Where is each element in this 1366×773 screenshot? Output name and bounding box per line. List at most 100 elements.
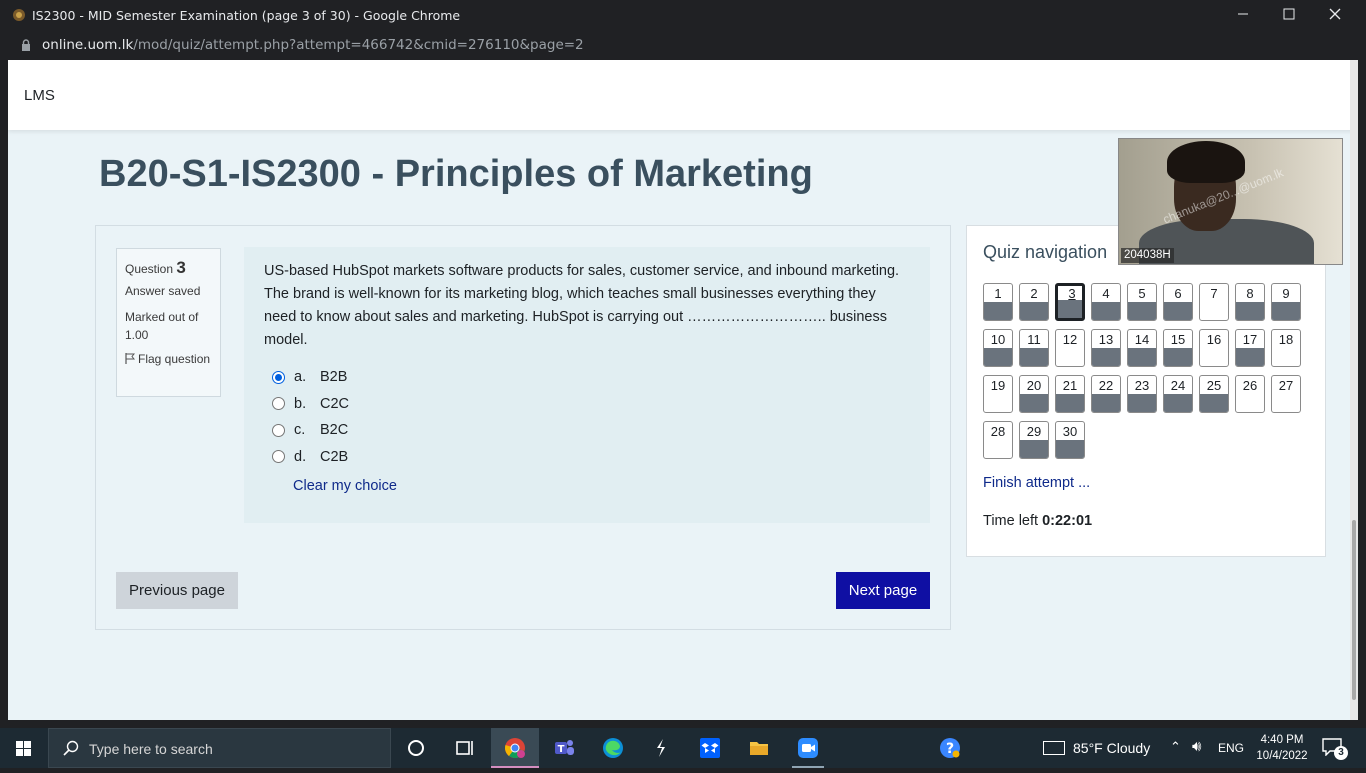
quiz-nav-number: 14 (1134, 332, 1150, 347)
quiz-nav-button-25[interactable]: 25 (1199, 375, 1229, 413)
quiz-nav-button-9[interactable]: 9 (1271, 283, 1301, 321)
answered-indicator (1020, 440, 1048, 458)
quiz-nav-button-29[interactable]: 29 (1019, 421, 1049, 459)
taskbar-help[interactable]: ? (926, 728, 974, 768)
radio-d[interactable] (272, 450, 285, 464)
answered-indicator (1164, 348, 1192, 366)
maximize-button[interactable] (1266, 0, 1312, 31)
cortana-button[interactable] (392, 728, 440, 768)
quiz-nav-button-5[interactable]: 5 (1127, 283, 1157, 321)
quiz-nav-button-14[interactable]: 14 (1127, 329, 1157, 367)
clear-choice-link[interactable]: Clear my choice (293, 478, 910, 494)
time-left-label: Time left (983, 513, 1039, 529)
previous-page-button[interactable]: Previous page (116, 572, 238, 609)
finish-attempt-link[interactable]: Finish attempt ... (983, 475, 1090, 491)
quiz-nav-number: 9 (1282, 286, 1290, 301)
quiz-nav-number: 28 (990, 424, 1006, 439)
quiz-nav-button-17[interactable]: 17 (1235, 329, 1265, 367)
answered-indicator (1128, 348, 1156, 366)
search-icon (63, 740, 79, 756)
answered-indicator (984, 302, 1012, 320)
quiz-nav-number: 12 (1062, 332, 1078, 347)
weather-icon (1043, 741, 1065, 755)
quiz-nav-button-2[interactable]: 2 (1019, 283, 1049, 321)
quiz-nav-number: 1 (994, 286, 1002, 301)
taskbar-chrome[interactable] (491, 728, 539, 768)
quiz-nav-button-16[interactable]: 16 (1199, 329, 1229, 367)
answered-indicator (1236, 348, 1264, 366)
quiz-nav-button-28[interactable]: 28 (983, 421, 1013, 459)
radio-c[interactable] (272, 423, 285, 437)
quiz-nav-button-11[interactable]: 11 (1019, 329, 1049, 367)
quiz-nav-button-15[interactable]: 15 (1163, 329, 1193, 367)
quiz-nav-button-26[interactable]: 26 (1235, 375, 1265, 413)
quiz-nav-button-20[interactable]: 20 (1019, 375, 1049, 413)
taskbar-dropbox[interactable] (686, 728, 734, 768)
quiz-navigation-title: Quiz navigation (983, 242, 1108, 262)
show-hidden-icons-button[interactable]: ⌃ (1170, 739, 1181, 755)
weather-widget[interactable]: 85°F Cloudy (1043, 740, 1150, 756)
answer-text: C2B (320, 448, 349, 465)
address-bar[interactable]: online.uom.lk/mod/quiz/attempt.php?attem… (0, 31, 1366, 60)
quiz-nav-button-19[interactable]: 19 (983, 375, 1013, 413)
radio-b[interactable] (272, 397, 285, 411)
quiz-nav-button-22[interactable]: 22 (1091, 375, 1121, 413)
action-center-button[interactable]: 3 (1322, 738, 1348, 760)
flag-question-button[interactable]: Flag question (125, 350, 212, 368)
quiz-nav-number: 18 (1278, 332, 1294, 347)
answer-option-c[interactable]: c. B2C (264, 417, 910, 444)
webcam-person-hair (1167, 141, 1245, 183)
answer-option-d[interactable]: d. C2B (264, 444, 910, 471)
taskbar-search-box[interactable]: Type here to search (48, 728, 391, 768)
quiz-nav-button-1[interactable]: 1 (983, 283, 1013, 321)
minimize-button[interactable] (1220, 0, 1266, 31)
next-page-button[interactable]: Next page (836, 572, 930, 609)
input-language[interactable]: ENG (1218, 741, 1244, 755)
answer-text: B2B (320, 369, 348, 386)
question-info: Question 3 Answer saved Marked out of 1.… (116, 248, 221, 397)
start-button[interactable] (0, 728, 48, 768)
quiz-nav-number: 7 (1210, 286, 1218, 301)
answered-indicator (1128, 302, 1156, 320)
quiz-nav-button-23[interactable]: 23 (1127, 375, 1157, 413)
quiz-nav-button-3[interactable]: 3 (1055, 283, 1085, 321)
quiz-nav-button-12[interactable]: 12 (1055, 329, 1085, 367)
flag-icon (125, 353, 135, 364)
url-text[interactable]: online.uom.lk/mod/quiz/attempt.php?attem… (42, 37, 584, 53)
taskbar-zoom[interactable] (784, 728, 832, 768)
scrollbar-thumb[interactable] (1352, 520, 1356, 700)
quiz-nav-button-8[interactable]: 8 (1235, 283, 1265, 321)
answer-option-a[interactable]: a. B2B (264, 364, 910, 391)
quiz-nav-button-21[interactable]: 21 (1055, 375, 1085, 413)
help-icon: ? (940, 738, 960, 758)
quiz-nav-button-18[interactable]: 18 (1271, 329, 1301, 367)
quiz-nav-number: 2 (1030, 286, 1038, 301)
task-view-button[interactable] (440, 728, 488, 768)
quiz-nav-button-10[interactable]: 10 (983, 329, 1013, 367)
quiz-nav-number: 4 (1102, 286, 1110, 301)
close-button[interactable] (1312, 0, 1358, 31)
site-brand-link[interactable]: LMS (24, 87, 55, 104)
taskbar-clock[interactable]: 4:40 PM 10/4/2022 (1252, 732, 1312, 764)
question-state: Answer saved (125, 284, 201, 298)
quiz-nav-number: 11 (1027, 332, 1041, 347)
weather-text: 85°F Cloudy (1073, 740, 1151, 756)
uom-logo-icon (13, 9, 25, 21)
quiz-nav-button-13[interactable]: 13 (1091, 329, 1121, 367)
quiz-nav-button-27[interactable]: 27 (1271, 375, 1301, 413)
taskbar-teams[interactable]: T (540, 728, 588, 768)
taskbar-file-explorer[interactable] (735, 728, 783, 768)
quiz-nav-button-30[interactable]: 30 (1055, 421, 1085, 459)
quiz-nav-button-7[interactable]: 7 (1199, 283, 1229, 321)
answer-option-b[interactable]: b. C2C (264, 391, 910, 418)
quiz-nav-button-6[interactable]: 6 (1163, 283, 1193, 321)
sublime-icon (657, 739, 665, 757)
quiz-nav-button-24[interactable]: 24 (1163, 375, 1193, 413)
quiz-nav-button-4[interactable]: 4 (1091, 283, 1121, 321)
taskbar-edge[interactable] (589, 728, 637, 768)
volume-button[interactable]: 🔊︎ (1192, 738, 1201, 755)
taskbar-sublime[interactable] (637, 728, 685, 768)
answer-text: C2C (320, 395, 350, 412)
radio-a[interactable] (272, 370, 285, 384)
task-view-icon (456, 741, 473, 755)
